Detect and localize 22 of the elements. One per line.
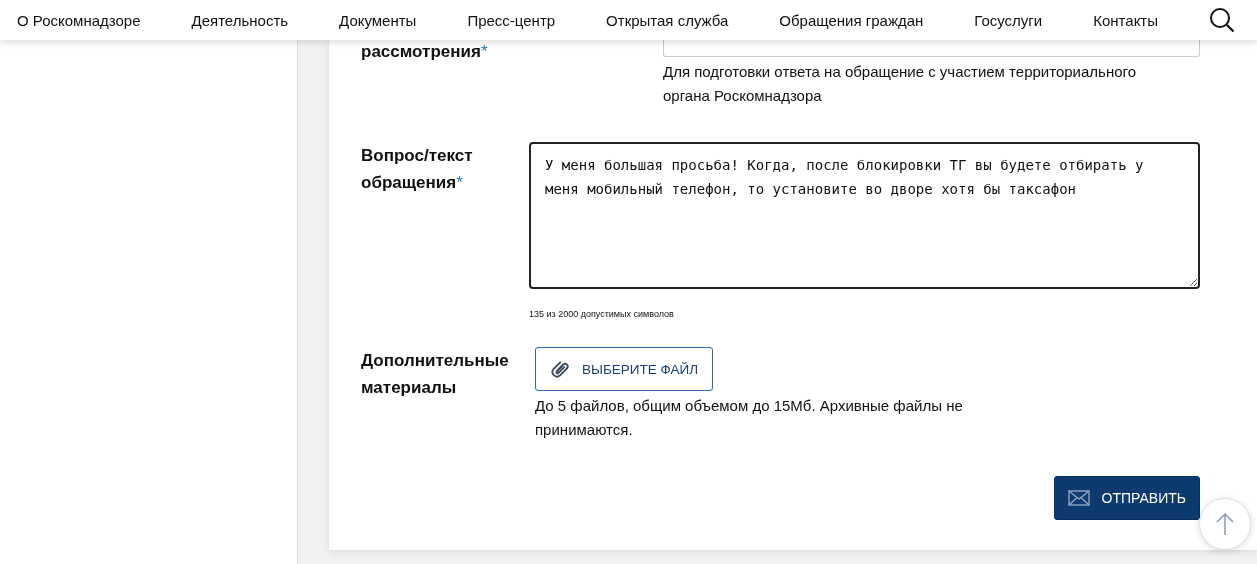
field-label: Вопрос/текст обращения* [361,145,474,194]
field-label: Дополнительные материалы [361,350,510,399]
choose-file-button[interactable]: ВЫБЕРИТЕ ФАЙЛ [535,347,714,391]
envelope-icon [1067,490,1090,506]
nav-link[interactable]: Обращения граждан [779,11,924,29]
field-label: рассмотрения* [361,41,489,63]
nav-link[interactable]: Документы [339,11,417,29]
nav-link[interactable]: Деятельность [191,11,289,29]
character-counter: 135 из 2000 допустимых символов [529,309,675,319]
help-text: До 5 файлов, общим объемом до 15Мб. Архивные файлы не принимаются. [535,396,964,440]
nav-link[interactable]: Пресс-центр [467,11,556,29]
paperclip-icon [550,358,572,380]
arrow-up-icon [1215,512,1235,536]
help-text: Для подготовки ответа на обращение с участием территориального органа Роскомнадзора [663,62,1137,106]
submit-button[interactable]: ОТПРАВИТЬ [1053,476,1200,520]
message-textarea[interactable]: У меня большая просьба! Когда, после блокировки ТГ вы будете отбирать у меня мобильный телефон, то установите во дворе хотя бы таксафон [529,142,1200,289]
nav-link[interactable]: Госуслуги [974,11,1043,29]
select-field[interactable] [663,40,1200,57]
nav-link[interactable]: Контакты [1093,11,1158,29]
nav-link[interactable]: О Роскомнадзоре [17,11,141,29]
nav-link[interactable]: Открытая служба [606,11,729,29]
search-icon[interactable] [1209,7,1235,33]
